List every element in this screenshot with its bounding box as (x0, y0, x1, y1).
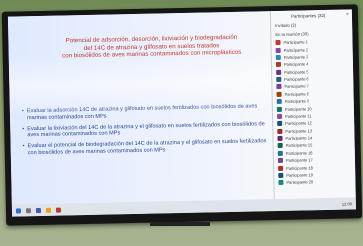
avatar (275, 62, 282, 68)
monitor-stand (150, 222, 210, 226)
participant-name: Participante 9 (284, 98, 310, 105)
participant-name: Participante 20 (286, 179, 314, 186)
participant-name: Participante 6 (284, 76, 309, 82)
participant-name: Participante 2 (283, 46, 309, 53)
avatar (276, 84, 282, 90)
avatar (275, 40, 281, 46)
windows-start-icon[interactable] (15, 207, 22, 213)
participant-name: Participante 12 (285, 120, 312, 127)
participant-name: Participante 16 (285, 150, 313, 156)
bullet-dot-icon: • (22, 125, 25, 132)
slide-title: Potencial de adsorción, desorción, lixiv… (36, 33, 266, 60)
participant-name: Participante 15 (285, 142, 313, 149)
close-icon[interactable]: × (346, 11, 349, 17)
participant-name: Participante 10 (284, 105, 312, 112)
avatar (276, 106, 282, 112)
participant-name: Participante 14 (285, 135, 313, 141)
participant-list: Participante 1 Participante 2 Participante… (271, 37, 355, 186)
avatar (278, 180, 284, 186)
slide-bullets: • Evaluar la adsorción 14C de atrazina y… (22, 103, 271, 161)
folder-icon[interactable] (45, 207, 52, 213)
avatar (277, 150, 283, 156)
participant-name: Participante 19 (286, 172, 314, 178)
participant-name: Participante 1 (283, 39, 309, 46)
monitor-bezel: Potencial de adsorción, desorción, lixiv… (1, 4, 363, 226)
bullet-text: Evaluar el potencial de biodegradación d… (27, 138, 267, 157)
bullet-dot-icon: • (21, 108, 24, 115)
slide-bullet: • Evaluar el potencial de biodegradación… (23, 138, 271, 157)
search-icon[interactable] (25, 207, 32, 213)
avatar (276, 76, 282, 83)
avatar (276, 91, 282, 97)
avatar (277, 143, 283, 149)
avatar (277, 158, 284, 164)
avatar (277, 128, 283, 134)
participant-name: Participante 7 (284, 83, 309, 90)
slide-bullet: • Evaluar la lixiviación del 14C de la a… (22, 121, 270, 140)
avatar (275, 54, 281, 60)
bullet-text: Evaluar la lixiviación del 14C de la atr… (27, 120, 265, 139)
participant-name: Participante 11 (284, 113, 312, 119)
bullet-text: Evaluar la adsorción 14C de atrazina y g… (26, 103, 258, 122)
participant-row[interactable]: Participante 20 (274, 178, 355, 187)
slide-bullet: • Evaluar la adsorción 14C de atrazina y… (22, 103, 270, 122)
participant-name: Participante 17 (285, 157, 313, 164)
participant-name: Participante 8 (284, 91, 310, 97)
participant-name: Participante 18 (286, 164, 313, 171)
participant-name: Participante 3 (283, 54, 309, 60)
avatar (276, 99, 282, 105)
teams-icon[interactable] (35, 207, 42, 213)
avatar (277, 121, 283, 127)
presentation-slide: Potencial de adsorción, desorción, lixiv… (7, 11, 274, 205)
avatar (278, 172, 284, 178)
avatar (278, 165, 284, 171)
bullet-dot-icon: • (22, 143, 25, 150)
powerpoint-icon[interactable] (55, 207, 62, 213)
avatar (277, 135, 283, 142)
avatar (276, 69, 282, 75)
participants-panel: Participantes (32) × Invitado (2) En la … (269, 9, 356, 200)
monitor-screen: Potencial de adsorción, desorción, lixiv… (7, 9, 357, 217)
taskbar-clock: 12:00 (341, 200, 352, 207)
participant-name: Participante 5 (284, 69, 309, 75)
participant-name: Participante 4 (283, 61, 309, 68)
avatar (276, 113, 283, 119)
participant-name: Participante 13 (285, 127, 313, 134)
avatar (275, 47, 281, 53)
